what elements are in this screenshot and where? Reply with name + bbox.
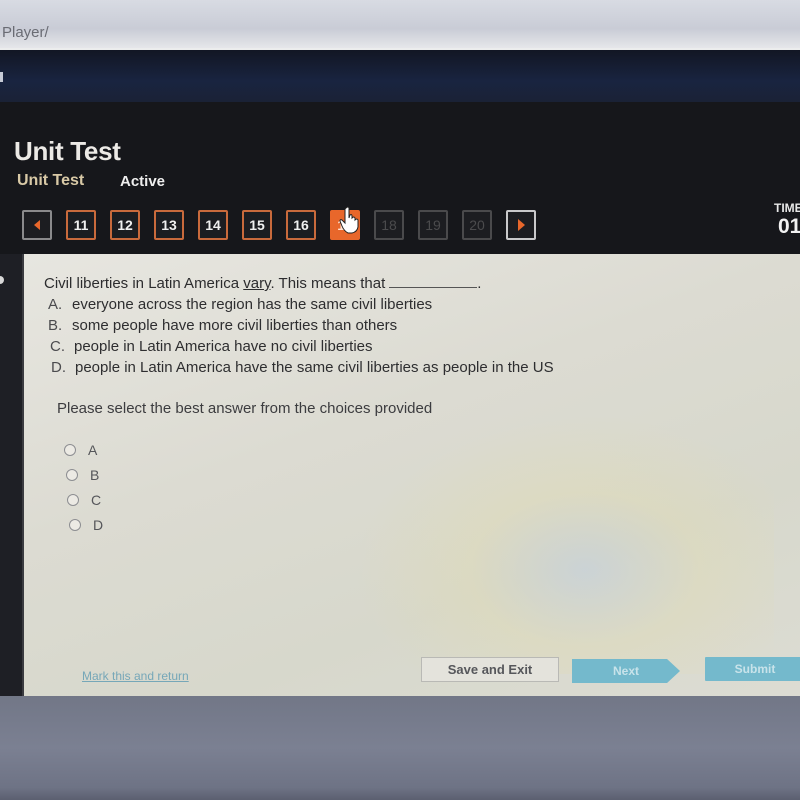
fill-blank	[389, 276, 478, 288]
collapse-handle-icon[interactable]	[0, 276, 4, 284]
question-button-15[interactable]: 15	[242, 210, 272, 240]
hand-cursor-icon	[339, 206, 359, 234]
choice-a: A. everyone across the region has the sa…	[48, 294, 554, 315]
stem-text-after: . This means that	[270, 275, 386, 292]
triangle-right-icon	[517, 219, 525, 231]
instruction-text: Please select the best answer from the c…	[57, 400, 433, 417]
radio-label[interactable]: D	[93, 517, 103, 533]
menu-icon[interactable]	[0, 72, 3, 82]
left-gutter	[0, 254, 22, 696]
radio-option-b[interactable]: B	[64, 462, 103, 487]
question-button-18: 18	[374, 210, 404, 240]
next-question-nav-button[interactable]	[506, 210, 536, 240]
question-panel: Civil liberties in Latin America vary. T…	[22, 254, 800, 696]
mark-and-return-link[interactable]: Mark this and return	[82, 669, 189, 683]
stem-keyword: vary	[243, 275, 271, 292]
stem-end: .	[477, 275, 482, 292]
triangle-left-icon	[34, 220, 40, 230]
status-badge: Active	[120, 173, 166, 190]
radio-label[interactable]: A	[88, 442, 97, 458]
choice-text: people in Latin America have the same ci…	[75, 359, 554, 376]
stem-text: Civil liberties in Latin America	[44, 275, 244, 292]
url-text[interactable]: Player/	[2, 24, 49, 41]
question-button-11[interactable]: 11	[66, 210, 96, 240]
choice-d: D. people in Latin America have the same…	[48, 357, 554, 378]
choice-letter: B.	[48, 317, 63, 334]
timer-value: 01	[778, 215, 800, 238]
question-button-14[interactable]: 14	[198, 210, 228, 240]
choice-b: B. some people have more civil liberties…	[48, 315, 554, 336]
question-stem: Civil liberties in Latin America vary. T…	[44, 273, 481, 294]
radio-circle-icon[interactable]	[67, 493, 79, 506]
screen-glare	[354, 414, 774, 674]
question-button-13[interactable]: 13	[154, 210, 184, 240]
save-and-exit-button[interactable]: Save and Exit	[421, 657, 559, 682]
radio-circle-icon[interactable]	[69, 518, 81, 531]
radio-label[interactable]: B	[90, 467, 99, 483]
prev-question-button[interactable]	[22, 210, 52, 240]
question-button-12[interactable]: 12	[110, 210, 140, 240]
choice-text: everyone across the region has the same …	[72, 296, 433, 313]
radio-label[interactable]: C	[91, 492, 101, 508]
page-background-bottom	[0, 696, 800, 800]
radio-option-c[interactable]: C	[64, 487, 103, 512]
page-title: Unit Test	[14, 136, 121, 166]
submit-button[interactable]: Submit	[705, 657, 800, 681]
choice-text: people in Latin America have no civil li…	[74, 338, 373, 355]
question-button-20: 20	[462, 210, 492, 240]
timer-label: TIME	[774, 201, 800, 215]
browser-address-bar: Player/	[0, 0, 800, 50]
choice-letter: C.	[50, 338, 65, 355]
answer-choices: A. everyone across the region has the sa…	[48, 294, 554, 378]
choice-c: C. people in Latin America have no civil…	[48, 336, 554, 357]
radio-circle-icon[interactable]	[64, 443, 76, 456]
radio-option-d[interactable]: D	[64, 512, 103, 537]
radio-circle-icon[interactable]	[66, 468, 78, 481]
app-top-strip	[0, 50, 800, 102]
choice-letter: A.	[48, 296, 63, 313]
question-navigator: 11 12 13 14 15 16 17 18 19 20	[22, 210, 536, 240]
answer-radio-group: A B C D	[64, 437, 103, 537]
test-subtitle: Unit Test	[17, 172, 85, 189]
radio-option-a[interactable]: A	[64, 437, 103, 462]
choice-letter: D.	[51, 359, 66, 376]
question-button-19: 19	[418, 210, 448, 240]
choice-text: some people have more civil liberties th…	[72, 317, 398, 334]
next-button[interactable]: Next	[572, 659, 680, 683]
question-button-16[interactable]: 16	[286, 210, 316, 240]
test-header: Unit Test Unit Test Active 11 12 13 14 1…	[0, 102, 800, 254]
